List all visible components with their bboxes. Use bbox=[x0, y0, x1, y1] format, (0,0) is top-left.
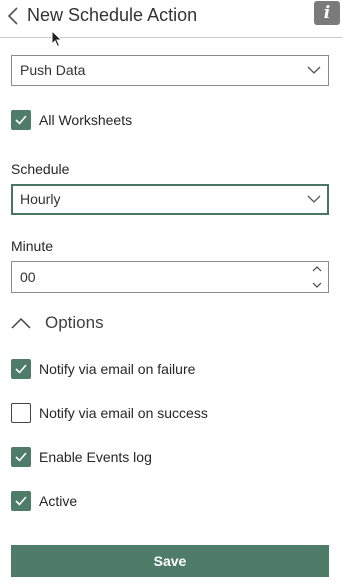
action-select-value: Push Data bbox=[20, 62, 86, 78]
notify-success-checkbox-row[interactable]: Notify via email on success bbox=[11, 403, 208, 423]
save-button[interactable]: Save bbox=[11, 545, 329, 577]
checkmark-icon bbox=[15, 452, 27, 462]
minute-value: 00 bbox=[20, 269, 36, 285]
back-arrow-icon[interactable] bbox=[6, 6, 20, 26]
notify-success-checkbox[interactable] bbox=[11, 403, 31, 423]
events-log-checkbox[interactable] bbox=[11, 447, 31, 467]
active-checkbox[interactable] bbox=[11, 491, 31, 511]
minute-label: Minute bbox=[11, 238, 54, 254]
minute-field[interactable]: 00 bbox=[11, 261, 329, 293]
options-toggle[interactable]: Options bbox=[11, 312, 104, 334]
chevron-down-icon bbox=[307, 66, 321, 74]
page-title: New Schedule Action bbox=[27, 5, 198, 25]
options-label: Options bbox=[45, 313, 104, 332]
spin-down-icon[interactable] bbox=[312, 281, 322, 289]
events-log-label: Enable Events log bbox=[39, 449, 152, 465]
all-worksheets-checkbox-row[interactable]: All Worksheets bbox=[11, 110, 132, 130]
schedule-select-value: Hourly bbox=[20, 191, 61, 207]
action-select[interactable]: Push Data bbox=[11, 55, 329, 86]
chevron-up-icon bbox=[11, 317, 31, 329]
active-label: Active bbox=[39, 493, 78, 509]
notify-failure-checkbox-row[interactable]: Notify via email on failure bbox=[11, 359, 195, 379]
notify-success-label: Notify via email on success bbox=[39, 405, 208, 421]
checkmark-icon bbox=[15, 364, 27, 374]
notify-failure-label: Notify via email on failure bbox=[39, 361, 196, 377]
info-button[interactable]: i bbox=[314, 1, 340, 25]
all-worksheets-label: All Worksheets bbox=[39, 112, 133, 128]
schedule-select[interactable]: Hourly bbox=[11, 184, 329, 215]
checkmark-icon bbox=[15, 115, 27, 125]
notify-failure-checkbox[interactable] bbox=[11, 359, 31, 379]
active-checkbox-row[interactable]: Active bbox=[11, 491, 77, 511]
schedule-label: Schedule bbox=[11, 161, 70, 177]
spin-up-icon[interactable] bbox=[312, 265, 322, 273]
events-log-checkbox-row[interactable]: Enable Events log bbox=[11, 447, 152, 467]
checkmark-icon bbox=[15, 496, 27, 506]
all-worksheets-checkbox[interactable] bbox=[11, 110, 31, 130]
mouse-cursor-icon bbox=[51, 30, 63, 48]
chevron-down-icon bbox=[307, 195, 321, 203]
